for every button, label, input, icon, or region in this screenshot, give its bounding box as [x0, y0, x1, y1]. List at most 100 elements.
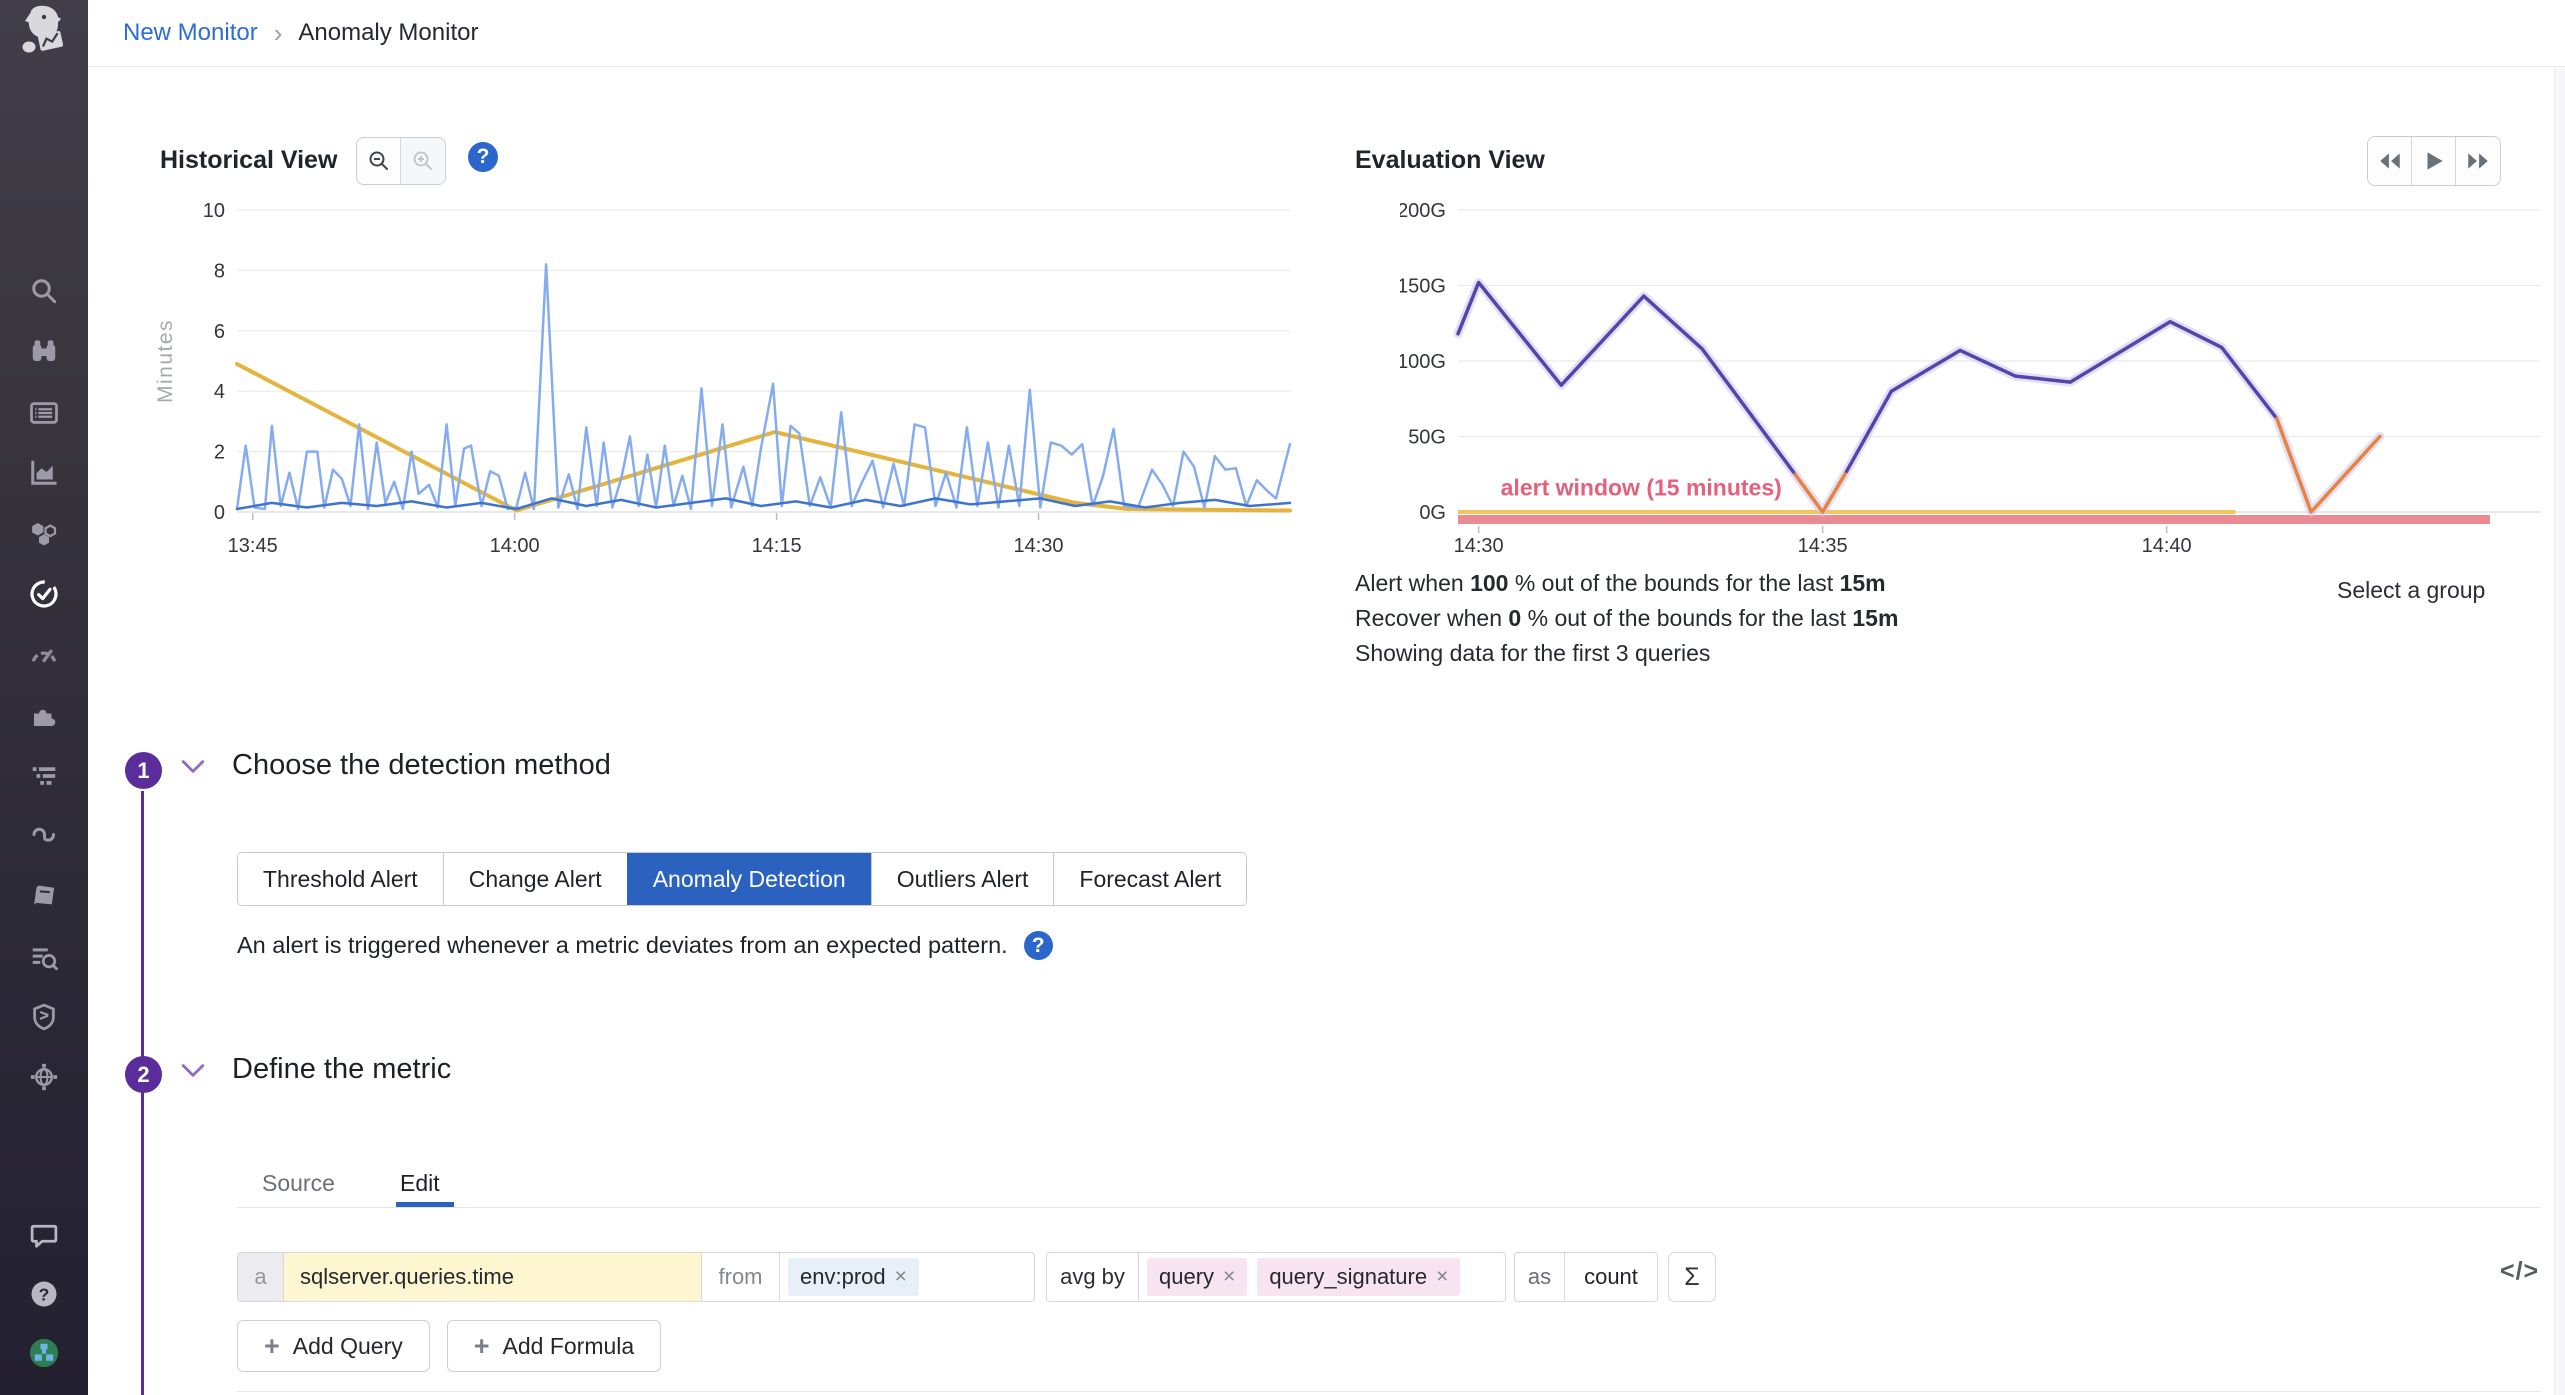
network-globe-icon[interactable] — [24, 1057, 64, 1097]
avg-by-label: avg by — [1047, 1253, 1139, 1301]
section-2-collapse-chevron-icon[interactable] — [180, 1062, 206, 1080]
from-scope-field[interactable]: env:prod× — [780, 1253, 1034, 1301]
evaluation-view-title: Evaluation View — [1355, 146, 1545, 175]
watchdog-binoculars-icon[interactable] — [24, 331, 64, 371]
detection-option-outliers-alert[interactable]: Outliers Alert — [871, 853, 1054, 905]
metrics-gauge-icon[interactable] — [24, 635, 64, 675]
svg-text:14:35: 14:35 — [1798, 535, 1848, 557]
detection-help-icon[interactable]: ? — [1024, 931, 1053, 960]
evaluation-playback-controls — [2367, 136, 2501, 186]
monitors-icon[interactable] — [24, 574, 64, 614]
svg-text:0G: 0G — [1419, 502, 1446, 524]
recover-window-value[interactable]: 15m — [1852, 605, 1898, 631]
add-query-button[interactable]: +Add Query — [237, 1320, 430, 1372]
synthetics-link-icon[interactable] — [24, 817, 64, 857]
query-definition-group: a sqlserver.queries.time from env:prod× — [237, 1252, 1035, 1302]
recover-condition-line: Recover when 0 % out of the bounds for t… — [1355, 601, 1898, 636]
svg-text:0: 0 — [214, 502, 225, 524]
security-shield-icon[interactable] — [24, 997, 64, 1037]
aggregator-select[interactable]: count — [1565, 1253, 1657, 1301]
chat-feedback-icon[interactable] — [24, 1215, 64, 1255]
historical-help-icon[interactable]: ? — [468, 142, 498, 172]
from-label: from — [702, 1253, 780, 1301]
svg-text:14:30: 14:30 — [1454, 535, 1504, 557]
breadcrumb-separator-icon: › — [274, 18, 283, 49]
skip-forward-icon[interactable] — [2456, 137, 2500, 185]
sigma-advanced-icon[interactable]: Σ — [1668, 1252, 1716, 1302]
plus-icon: + — [264, 1333, 280, 1360]
notebooks-book-icon[interactable] — [24, 877, 64, 917]
help-icon[interactable]: ? — [24, 1274, 64, 1314]
section-2-title: Define the metric — [232, 1053, 451, 1086]
top-bar: New Monitor › Anomaly Monitor — [88, 0, 2565, 67]
group-tag-chip[interactable]: query_signature× — [1257, 1258, 1460, 1296]
scrollbar-track[interactable] — [2554, 68, 2565, 1395]
step-1-badge: 1 — [125, 752, 162, 789]
svg-text:4: 4 — [214, 381, 225, 403]
group-by-field[interactable]: query× query_signature× — [1139, 1253, 1505, 1301]
add-buttons-row: +Add Query +Add Formula — [237, 1320, 661, 1372]
as-count-group: as count — [1514, 1252, 1658, 1302]
svg-text:14:15: 14:15 — [752, 535, 802, 557]
anomaly-monitor-page: { "breadcrumb": { "link": "New Monitor",… — [0, 0, 2565, 1395]
wizard-progress-line — [141, 791, 144, 1395]
logs-filter-icon[interactable] — [24, 756, 64, 796]
svg-text:200G: 200G — [1400, 200, 1446, 222]
detection-option-change-alert[interactable]: Change Alert — [443, 853, 627, 905]
sidebar: ? — [0, 0, 88, 1395]
zoom-in-icon[interactable] — [401, 138, 445, 184]
remove-scope-tag-icon[interactable]: × — [895, 1265, 907, 1289]
scope-tag-chip[interactable]: env:prod× — [788, 1258, 919, 1296]
aggregation-group: avg by query× query_signature× — [1046, 1252, 1506, 1302]
alert-window-value[interactable]: 15m — [1840, 570, 1886, 596]
log-search-icon[interactable] — [24, 938, 64, 978]
detection-method-group: Threshold AlertChange AlertAnomaly Detec… — [237, 852, 1247, 906]
query-letter-label: a — [238, 1253, 284, 1301]
group-tag-chip[interactable]: query× — [1147, 1258, 1247, 1296]
remove-tag-icon[interactable]: × — [1223, 1265, 1235, 1289]
play-icon[interactable] — [2412, 137, 2456, 185]
detection-description-row: An alert is triggered whenever a metric … — [237, 931, 1053, 960]
remove-tag-icon[interactable]: × — [1436, 1265, 1448, 1289]
detection-option-anomaly-detection[interactable]: Anomaly Detection — [627, 853, 871, 905]
svg-text:14:40: 14:40 — [2142, 535, 2192, 557]
svg-text:13:45: 13:45 — [228, 535, 278, 557]
detection-option-threshold-alert[interactable]: Threshold Alert — [238, 853, 443, 905]
dashboards-chart-icon[interactable] — [24, 452, 64, 492]
skip-back-icon[interactable] — [2368, 137, 2412, 185]
select-a-group-dropdown[interactable]: Select a group — [2337, 577, 2485, 604]
user-avatar[interactable] — [24, 1333, 64, 1373]
historical-view-title: Historical View — [160, 146, 337, 175]
svg-text:6: 6 — [214, 321, 225, 343]
alert-condition-line: Alert when 100 % out of the bounds for t… — [1355, 566, 1898, 601]
events-list-icon[interactable] — [24, 393, 64, 433]
zoom-out-icon[interactable] — [357, 138, 401, 184]
evaluation-chart[interactable]: 0G 50G 100G 150G 200G 14:30 14:35 14:40 alert wi… — [1400, 190, 2565, 570]
section-1-collapse-chevron-icon[interactable] — [180, 758, 206, 776]
svg-text:alert window (15 minutes): alert window (15 minutes) — [1501, 474, 1782, 500]
as-label: as — [1515, 1253, 1565, 1301]
tab-source[interactable]: Source — [262, 1170, 335, 1197]
search-icon[interactable] — [24, 271, 64, 311]
tab-edit[interactable]: Edit — [400, 1170, 440, 1197]
svg-text:150G: 150G — [1400, 276, 1446, 298]
svg-text:100G: 100G — [1400, 351, 1446, 373]
detection-description: An alert is triggered whenever a metric … — [237, 932, 1008, 959]
alert-threshold-value[interactable]: 100 — [1470, 570, 1508, 596]
svg-text:14:00: 14:00 — [490, 535, 540, 557]
svg-text:50G: 50G — [1408, 427, 1446, 449]
section-1-title: Choose the detection method — [232, 749, 611, 782]
svg-text:10: 10 — [203, 200, 225, 222]
detection-option-forecast-alert[interactable]: Forecast Alert — [1053, 853, 1246, 905]
recover-threshold-value[interactable]: 0 — [1508, 605, 1521, 631]
svg-text:8: 8 — [214, 260, 225, 282]
code-view-icon[interactable]: </> — [2500, 1257, 2539, 1286]
svg-text:Minutes: Minutes — [154, 319, 177, 403]
historical-chart[interactable]: 024681013:4514:0014:1514:30Minutes — [150, 190, 1310, 570]
add-formula-button[interactable]: +Add Formula — [447, 1320, 661, 1372]
integrations-puzzle-icon[interactable] — [24, 696, 64, 736]
metric-name-input[interactable]: sqlserver.queries.time — [284, 1253, 702, 1301]
datadog-logo[interactable] — [16, 4, 72, 62]
breadcrumb-link-new-monitor[interactable]: New Monitor — [123, 19, 258, 47]
infrastructure-hexagons-icon[interactable] — [24, 513, 64, 553]
